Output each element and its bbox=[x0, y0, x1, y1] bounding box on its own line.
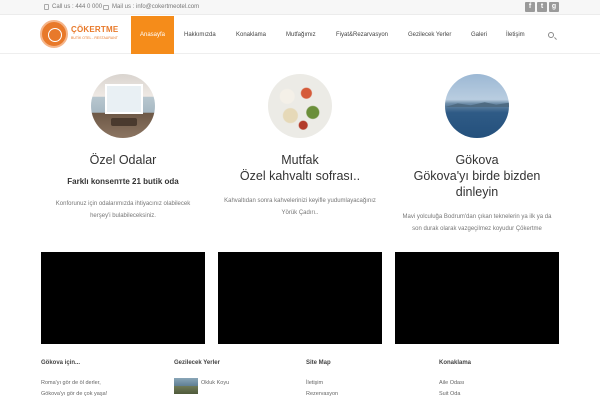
video-player[interactable] bbox=[41, 252, 205, 344]
footer-heading: Gezilecek Yerler bbox=[174, 360, 220, 366]
footer-post[interactable]: Okluk Koyu bbox=[174, 378, 229, 394]
feature-desc-line: herşey'i bulabileceksiniz. bbox=[90, 213, 156, 219]
mail-text[interactable]: Mail us : info@cokertmeotel.com bbox=[112, 4, 199, 10]
facebook-icon[interactable]: f bbox=[525, 2, 535, 12]
logo-brand: ÇÖKERTME bbox=[71, 25, 119, 34]
feature-desc: Kahvaltıdan sonra kahvelerinizi keyifle … bbox=[210, 195, 390, 219]
footer-col-rooms: Konaklama Aile Odası Suit Oda bbox=[439, 360, 471, 400]
nav-item-hakkimizda[interactable]: Hakkımızda bbox=[184, 16, 216, 54]
phone-info: Call us : 444 0 000 bbox=[44, 4, 102, 10]
nav-item-fiyat-rezarvasyon[interactable]: Fiyat&Rezarvasyon bbox=[336, 16, 388, 54]
footer-col-sitemap: Site Map İletişim Rezervasyon bbox=[306, 360, 338, 400]
feature-desc-line: son durak olarak vazgeçilmez koyudur Çök… bbox=[412, 226, 542, 232]
logo-tagline: BUTİK OTEL - RESTAURANT bbox=[71, 36, 118, 40]
logo-seal-icon bbox=[40, 20, 68, 48]
footer-post-title[interactable]: Okluk Koyu bbox=[201, 380, 229, 386]
footer-link[interactable]: Suit Oda bbox=[439, 389, 471, 400]
feature-title: Gökova bbox=[455, 153, 499, 167]
google-plus-icon[interactable]: g bbox=[549, 2, 559, 12]
feature-title: Özel Odalar bbox=[89, 153, 157, 167]
feature-desc-line: Yörük Çadırı.. bbox=[281, 210, 319, 216]
footer-text: Roma'yı gör de öl derler, bbox=[41, 380, 101, 386]
video-player[interactable] bbox=[395, 252, 559, 344]
mail-info[interactable]: Mail us : info@cokertmeotel.com bbox=[103, 4, 199, 10]
footer-link[interactable]: Rezervasyon bbox=[306, 389, 338, 400]
feature-subtitle-line: Gökova'yı birde bizden bbox=[413, 169, 541, 183]
search-icon[interactable] bbox=[548, 32, 554, 38]
room-photo bbox=[91, 74, 155, 138]
post-thumbnail[interactable] bbox=[174, 378, 198, 394]
nav-item-galeri[interactable]: Galeri bbox=[471, 16, 487, 54]
feature-gokova: Gökova Gökova'yı birde bizden dinleyin M… bbox=[387, 74, 567, 235]
feature-desc-line: Konforunuz için odalarımızda ihtiyacınız… bbox=[55, 201, 191, 207]
sea-photo bbox=[445, 74, 509, 138]
phone-icon bbox=[44, 4, 49, 10]
footer-heading: Site Map bbox=[306, 360, 331, 366]
nav-item-konaklama[interactable]: Konaklama bbox=[236, 16, 266, 54]
mail-icon bbox=[103, 4, 109, 10]
feature-kitchen: Mutfak Özel kahvaltı sofrası.. Kahvaltıd… bbox=[210, 74, 390, 219]
feature-rooms: Özel Odalar Farklı konsептte 21 butik od… bbox=[33, 74, 213, 222]
nav-item-gezilecek-yerler[interactable]: Gezilecek Yerler bbox=[408, 16, 451, 54]
phone-text: Call us : 444 0 000 bbox=[52, 4, 103, 10]
feature-desc: Mavi yolculuğa Bodrum'dan çıkan tekneler… bbox=[387, 211, 567, 235]
nav-item-anasayfa[interactable]: Anasayfa bbox=[131, 16, 174, 54]
logo[interactable]: ÇÖKERTME BUTİK OTEL - RESTAURANT bbox=[40, 20, 120, 50]
feature-title: Mutfak bbox=[281, 153, 319, 167]
feature-desc-line: Mavi yolculuğa Bodrum'dan çıkan tekneler… bbox=[402, 214, 552, 220]
footer-col-places: Gezilecek Yerler Okluk Koyu bbox=[174, 360, 229, 394]
footer-col-gokova: Gökova için... Roma'yı gör de öl derler,… bbox=[41, 360, 107, 400]
footer-link[interactable]: Aile Odası bbox=[439, 378, 471, 389]
video-player[interactable] bbox=[218, 252, 382, 344]
footer-link[interactable]: İletişim bbox=[306, 378, 338, 389]
feature-desc-line: Kahvaltıdan sonra kahvelerinizi keyifle … bbox=[224, 198, 376, 204]
footer-text: Gökova'yı gör de çok yaşa! bbox=[41, 391, 108, 397]
top-bar: Call us : 444 0 000 Mail us : info@coker… bbox=[0, 0, 600, 15]
header: ÇÖKERTME BUTİK OTEL - RESTAURANT Anasayf… bbox=[0, 16, 600, 54]
twitter-icon[interactable]: t bbox=[537, 2, 547, 12]
breakfast-photo bbox=[268, 74, 332, 138]
feature-subtitle: Özel kahvaltı sofrası.. bbox=[239, 169, 361, 183]
footer-heading: Gökova için... bbox=[41, 360, 81, 366]
feature-desc: Konforunuz için odalarımızda ihtiyacınız… bbox=[33, 198, 213, 222]
feature-subtitle: Farklı konsептte 21 butik oda bbox=[67, 177, 179, 186]
footer-heading: Konaklama bbox=[439, 360, 472, 366]
feature-subtitle-line: dinleyin bbox=[455, 185, 499, 199]
nav-item-iletisim[interactable]: İletişim bbox=[506, 16, 525, 54]
nav-item-mutfagimiz[interactable]: Mutfağımız bbox=[286, 16, 316, 54]
